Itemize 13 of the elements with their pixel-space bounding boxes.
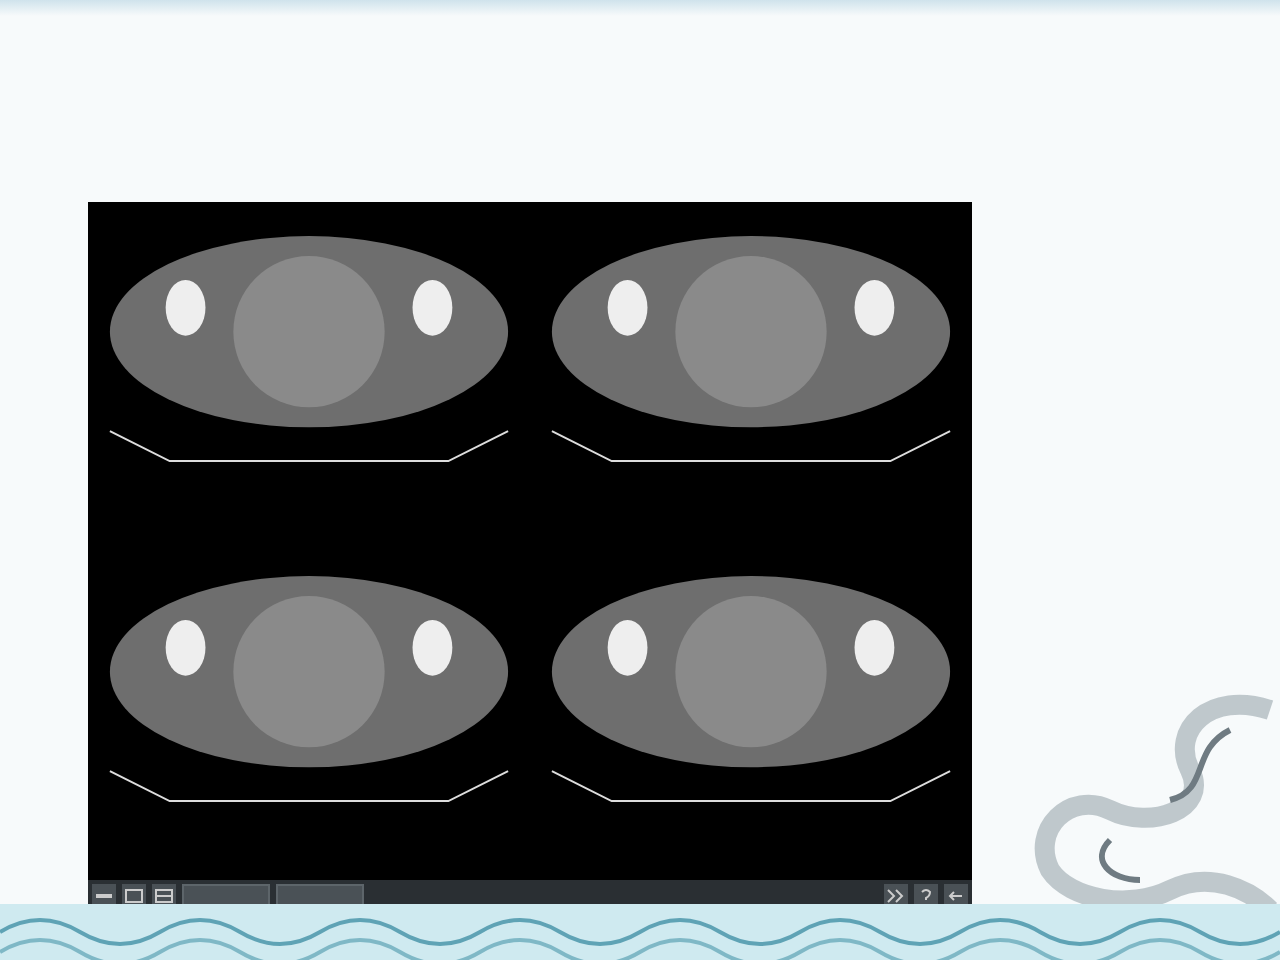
toolbar-button[interactable] <box>276 884 364 906</box>
toolbar-button[interactable] <box>122 884 146 906</box>
question-mark-icon <box>916 887 936 903</box>
double-chevron-icon <box>886 887 906 903</box>
toolbar-button[interactable] <box>884 884 908 906</box>
grid-icon <box>154 887 174 903</box>
window-icon <box>124 887 144 903</box>
toolbar-button[interactable] <box>92 884 116 906</box>
toolbar-button[interactable] <box>914 884 938 906</box>
toolbar-button[interactable] <box>944 884 968 906</box>
toolbar-button[interactable] <box>152 884 176 906</box>
left-arrow-icon <box>946 887 966 903</box>
toolbar-button[interactable] <box>182 884 270 906</box>
